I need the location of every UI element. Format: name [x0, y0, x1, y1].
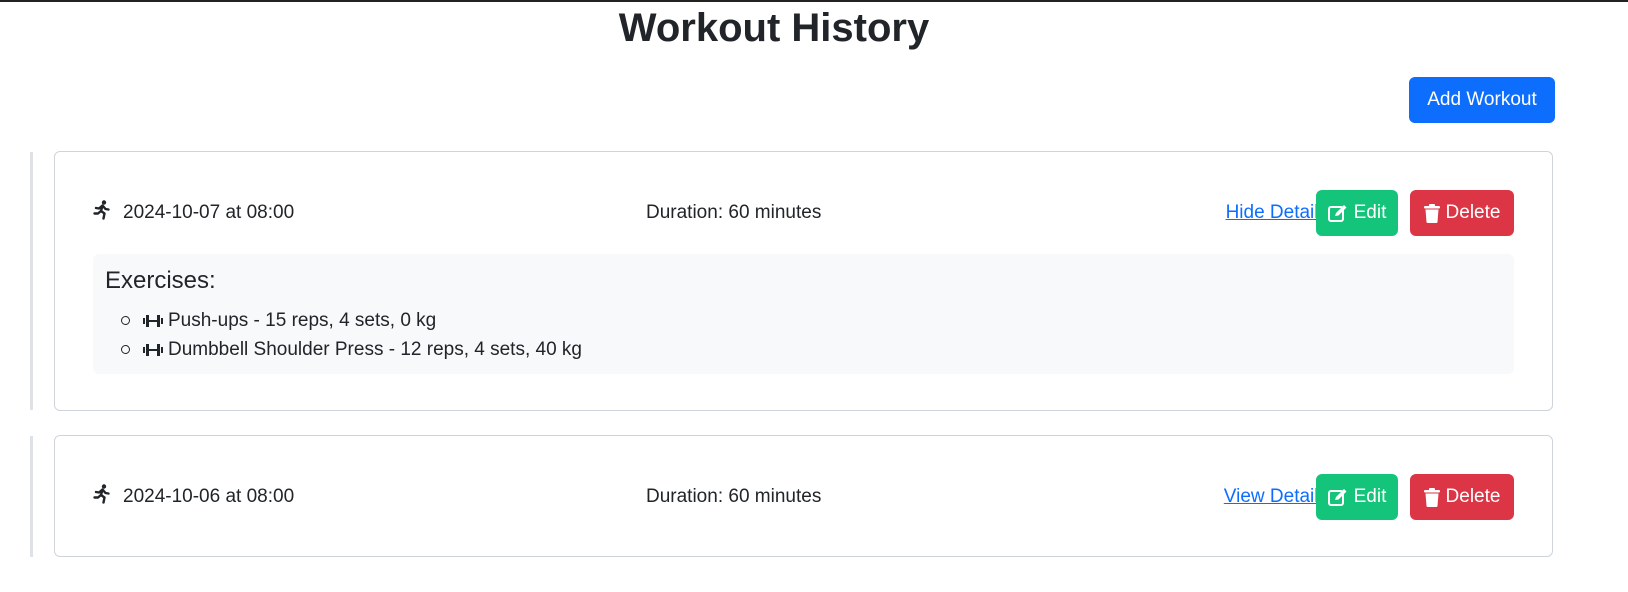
timeline-rail — [30, 436, 33, 557]
view-details-link[interactable]: View Details — [1224, 474, 1328, 520]
workout-date: 2024-10-06 at 08:00 — [123, 486, 295, 507]
delete-button[interactable]: Delete — [1410, 474, 1514, 520]
workout-date-group: 2024-10-07 at 08:00 — [93, 190, 294, 236]
edit-label: Edit — [1353, 486, 1387, 507]
workout-card: 2024-10-06 at 08:00 Duration: 60 minutes… — [54, 435, 1553, 557]
workout-duration: Duration: 60 minutes — [646, 202, 822, 223]
exercise-text: Push-ups - 15 reps, 4 sets, 0 kg — [168, 309, 437, 331]
workout-card: 2024-10-07 at 08:00 Duration: 60 minutes… — [54, 151, 1553, 411]
edit-button[interactable]: Edit — [1316, 474, 1398, 520]
exercise-text: Dumbbell Shoulder Press - 12 reps, 4 set… — [168, 338, 582, 360]
edit-button[interactable]: Edit — [1316, 190, 1398, 236]
trash-icon — [1423, 203, 1440, 223]
delete-label: Delete — [1445, 486, 1501, 507]
list-bullet — [121, 345, 130, 354]
workout-duration: Duration: 60 minutes — [646, 486, 822, 507]
exercise-item: Dumbbell Shoulder Press - 12 reps, 4 set… — [121, 335, 582, 364]
running-icon — [93, 484, 123, 510]
workout-date-group: 2024-10-06 at 08:00 — [93, 474, 294, 520]
top-border — [0, 0, 1628, 2]
dumbbell-icon — [143, 343, 163, 356]
hide-details-link[interactable]: Hide Details — [1226, 190, 1328, 236]
workout-card-header: 2024-10-07 at 08:00 Duration: 60 minutes… — [93, 190, 1514, 236]
trash-icon — [1423, 487, 1440, 507]
delete-button[interactable]: Delete — [1410, 190, 1514, 236]
exercise-list: Push-ups - 15 reps, 4 sets, 0 kg Dumbbel… — [121, 306, 582, 364]
edit-icon — [1327, 489, 1347, 506]
running-icon — [93, 200, 123, 226]
delete-label: Delete — [1445, 202, 1501, 223]
exercises-panel: Exercises: Push-ups - 15 reps, 4 sets, 0… — [93, 254, 1514, 374]
dumbbell-icon — [143, 314, 163, 327]
timeline-rail — [30, 152, 33, 410]
edit-label: Edit — [1353, 202, 1387, 223]
workout-card-header: 2024-10-06 at 08:00 Duration: 60 minutes… — [93, 474, 1514, 520]
exercises-heading: Exercises: — [105, 267, 216, 294]
page-title: Workout History — [618, 6, 930, 50]
workout-date: 2024-10-07 at 08:00 — [123, 202, 295, 223]
exercise-item: Push-ups - 15 reps, 4 sets, 0 kg — [121, 306, 582, 335]
list-bullet — [121, 316, 130, 325]
add-workout-button[interactable]: Add Workout — [1409, 77, 1555, 123]
edit-icon — [1327, 205, 1347, 222]
